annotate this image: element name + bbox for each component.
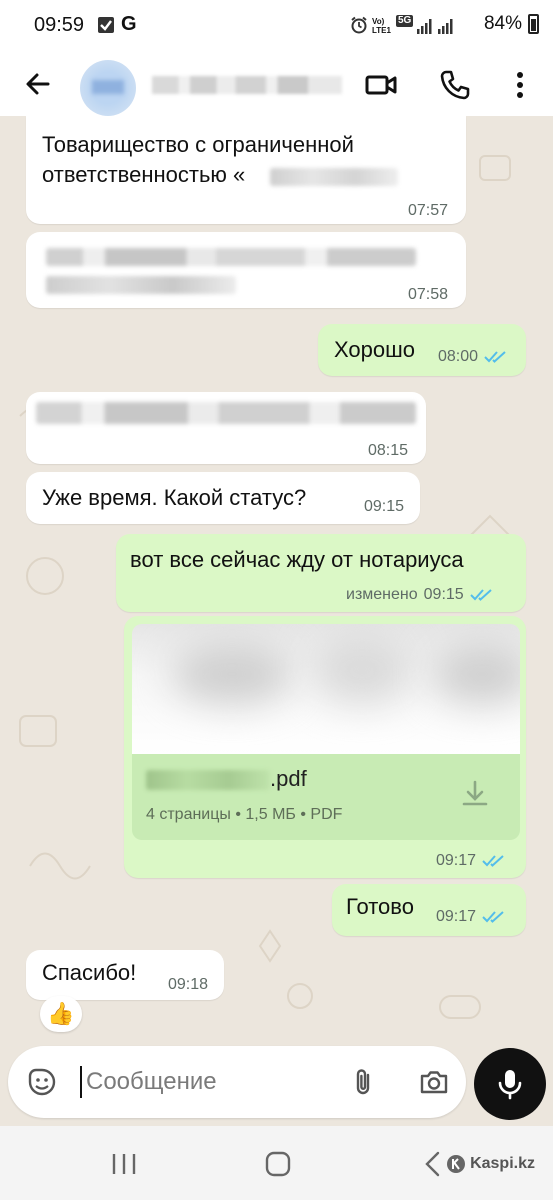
file-name: .pdf	[270, 766, 307, 791]
redacted-text	[270, 168, 398, 186]
message-incoming[interactable]: 08:15	[26, 392, 426, 464]
message-outgoing[interactable]: Готово 09:17	[332, 884, 526, 936]
file-preview-thumbnail[interactable]	[132, 624, 520, 754]
double-check-icon	[484, 351, 506, 363]
signal-icon-1	[417, 18, 433, 39]
recent-apps-icon[interactable]	[108, 1148, 140, 1180]
message-time: 09:17	[436, 908, 477, 925]
sticker-icon[interactable]	[26, 1066, 58, 1098]
reaction-thumbs-up[interactable]: 👍	[40, 996, 82, 1032]
battery-percent: 84%	[483, 13, 522, 34]
message-time: 09:17	[436, 852, 477, 869]
message-text: Спасибо!	[42, 960, 137, 985]
status-bar: 09:59 G Vo) LTE1 5G 84%	[0, 0, 553, 54]
message-time: 09:15	[364, 498, 405, 515]
phone-icon[interactable]	[438, 68, 472, 102]
signal-icon-2	[438, 18, 454, 39]
message-time: 07:58	[408, 286, 449, 303]
message-time: 07:57	[408, 202, 449, 219]
home-icon[interactable]	[262, 1148, 294, 1180]
message-text-line: ответственностью «	[42, 162, 246, 187]
watermark-text: Kaspi.kz	[470, 1155, 535, 1172]
message-time: 09:18	[168, 976, 209, 993]
message-outgoing[interactable]: Хорошо 08:00	[318, 324, 526, 376]
message-incoming[interactable]: Товарищество с ограниченной ответственно…	[26, 116, 466, 224]
camera-icon[interactable]	[418, 1066, 450, 1098]
more-vert-icon[interactable]	[503, 68, 537, 102]
kaspi-watermark: Kaspi.kz	[446, 1154, 535, 1174]
message-incoming[interactable]: Спасибо! 09:18	[26, 950, 224, 1000]
redacted-text	[46, 248, 416, 266]
message-time: 09:15	[423, 586, 464, 603]
paperclip-icon[interactable]	[348, 1066, 380, 1098]
alarm-icon	[350, 16, 368, 39]
message-meta: изменено 09:15	[346, 586, 494, 604]
redacted-file-name	[146, 770, 270, 790]
arrow-left-icon[interactable]	[22, 68, 54, 100]
checkbox-notification-icon	[97, 16, 115, 39]
contact-name-redacted[interactable]	[152, 76, 342, 94]
volte-icon: Vo) LTE1	[372, 17, 391, 35]
google-g-icon: G	[121, 13, 137, 35]
file-info[interactable]: .pdf 4 страницы • 1,5 МБ • PDF	[132, 754, 520, 840]
double-check-icon	[482, 911, 504, 923]
message-text: Готово	[346, 894, 414, 919]
network-5g-icon: 5G	[396, 15, 414, 27]
redacted-text	[36, 402, 416, 424]
redacted-text	[46, 276, 236, 294]
message-incoming[interactable]: Уже время. Какой статус? 09:15	[26, 472, 420, 524]
message-meta: 08:00	[438, 348, 508, 366]
edited-label: изменено	[346, 586, 418, 603]
message-composer	[8, 1046, 466, 1118]
message-text: вот все сейчас жду от нотариуса	[130, 547, 464, 572]
avatar[interactable]	[80, 60, 136, 116]
message-outgoing[interactable]: вот все сейчас жду от нотариуса изменено…	[116, 534, 526, 612]
message-input[interactable]	[80, 1066, 336, 1098]
message-meta: 09:17	[436, 908, 506, 926]
kaspi-logo-icon	[447, 1155, 466, 1173]
message-time: 08:00	[438, 348, 479, 365]
message-text: Хорошо	[334, 337, 416, 362]
message-meta: 09:17	[436, 852, 506, 870]
message-incoming[interactable]: 07:58	[26, 232, 466, 308]
battery-indicator: 84%	[484, 13, 539, 35]
chat-messages[interactable]: Товарищество с ограниченной ответственно…	[0, 116, 553, 1046]
message-text: Уже время. Какой статус?	[42, 485, 307, 510]
message-text-line: Товарищество с ограниченной	[42, 132, 354, 157]
file-details: 4 страницы • 1,5 МБ • PDF	[146, 806, 343, 823]
download-icon[interactable]	[458, 778, 492, 812]
chat-header	[0, 54, 553, 116]
battery-icon	[528, 14, 539, 34]
double-check-icon	[482, 855, 504, 867]
microphone-icon[interactable]	[474, 1048, 546, 1120]
message-time: 08:15	[368, 442, 409, 459]
status-time: 09:59	[34, 14, 85, 36]
video-call-icon[interactable]	[364, 68, 398, 102]
double-check-icon	[469, 589, 492, 601]
